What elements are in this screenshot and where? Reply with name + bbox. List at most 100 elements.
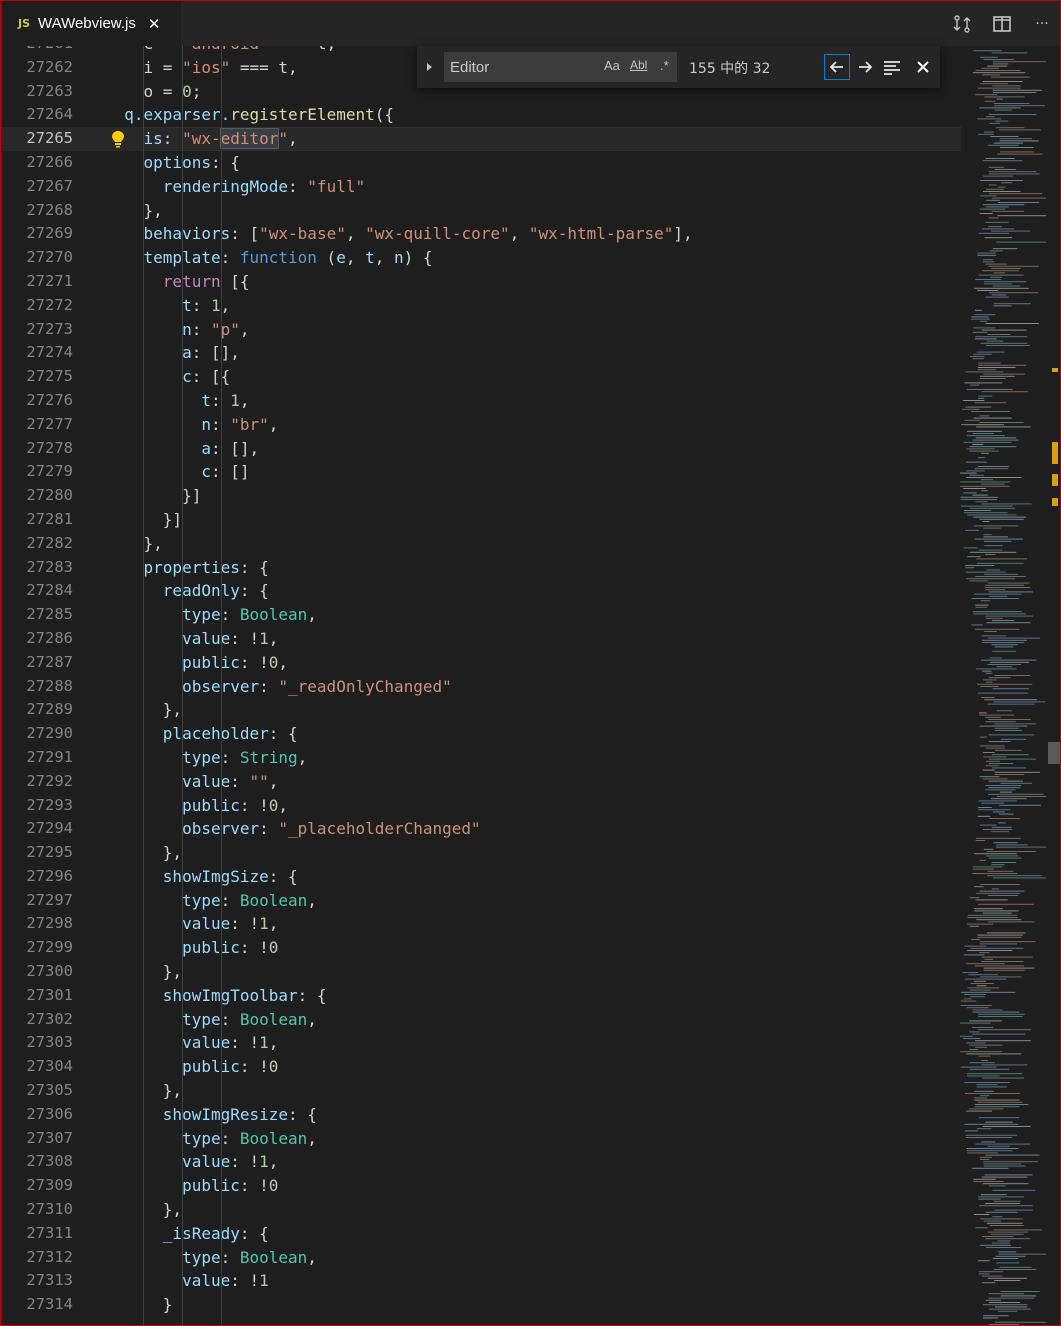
code-token: : ! — [230, 1271, 260, 1291]
minimap-line — [984, 96, 1025, 98]
line-number: 27272 — [26, 295, 73, 314]
minimap-line — [992, 85, 1021, 87]
code-line[interactable]: 27289 }, — [1, 698, 961, 722]
code-line[interactable]: 27267 renderingMode: "full" — [1, 175, 961, 199]
code-line[interactable]: 27280 }] — [1, 484, 961, 508]
code-line[interactable]: 27282 }, — [1, 532, 961, 556]
code-line[interactable]: 27299 public: !0 — [1, 936, 961, 960]
code-line[interactable]: 27301 showImgToolbar: { — [1, 984, 961, 1008]
code-line[interactable]: 27268 }, — [1, 199, 961, 223]
code-line[interactable]: 27310 }, — [1, 1198, 961, 1222]
code-line[interactable]: 27275 c: [{ — [1, 365, 961, 389]
code-line[interactable]: 27288 observer: "_readOnlyChanged" — [1, 675, 961, 699]
code-line[interactable]: 27286 value: !1, — [1, 627, 961, 651]
code-line[interactable]: 27294 observer: "_placeholderChanged" — [1, 817, 961, 841]
code-line[interactable]: 27270 template: function (e, t, n) { — [1, 246, 961, 270]
minimap-line — [979, 1156, 992, 1158]
code-line[interactable]: 27308 value: !1, — [1, 1150, 961, 1174]
indent-guide — [143, 46, 144, 1325]
code-line[interactable]: 27313 value: !1 — [1, 1269, 961, 1293]
find-input[interactable] — [444, 52, 600, 82]
next-match-button[interactable] — [853, 55, 877, 79]
line-number: 27313 — [26, 1271, 73, 1290]
code-line[interactable]: 27303 value: !1, — [1, 1031, 961, 1055]
minimap-line — [980, 976, 1022, 978]
minimap-line — [979, 213, 993, 214]
code-line[interactable]: 27265 is: "wx-editor", — [1, 127, 961, 151]
minimap-line — [988, 719, 1031, 720]
use-regex-toggle[interactable]: .* — [660, 58, 669, 76]
previous-match-button[interactable] — [824, 54, 850, 80]
code-line[interactable]: 27311 _isReady: { — [1, 1222, 961, 1246]
code-line[interactable]: 27300 }, — [1, 960, 961, 984]
code-token: , — [268, 914, 279, 934]
code-line[interactable]: 27281 }] — [1, 508, 961, 532]
code-line[interactable]: 27292 value: "", — [1, 770, 961, 794]
match-case-toggle[interactable]: Aa — [604, 58, 620, 76]
code-line[interactable]: 27305 }, — [1, 1079, 961, 1103]
code-line[interactable]: 27298 value: !1, — [1, 912, 961, 936]
code-line[interactable]: 27297 type: Boolean, — [1, 889, 961, 913]
compare-changes-icon[interactable] — [951, 13, 973, 35]
code-line[interactable]: 27274 a: [], — [1, 341, 961, 365]
code-line[interactable]: 27304 public: !0 — [1, 1055, 961, 1079]
code-line[interactable]: 27302 type: Boolean, — [1, 1008, 961, 1032]
code-token: Boolean — [239, 1247, 308, 1267]
line-number: 27265 — [26, 129, 73, 148]
minimap-line — [964, 1093, 1021, 1094]
code-line[interactable]: 27279 c: [] — [1, 460, 961, 484]
split-editor-icon[interactable] — [991, 13, 1013, 35]
code-line[interactable]: 27309 public: !0 — [1, 1174, 961, 1198]
scrollbar-thumb[interactable] — [1048, 742, 1060, 764]
tab-wawebview[interactable]: JS WAWebview.js ✕ — [1, 1, 181, 46]
code-token: t — [105, 295, 192, 315]
code-line[interactable]: 27295 }, — [1, 841, 961, 865]
minimap-line — [994, 1209, 1033, 1211]
code-line[interactable]: 27293 public: !0, — [1, 794, 961, 818]
code-token: a — [105, 343, 192, 363]
more-actions-icon[interactable]: ··· — [1031, 13, 1053, 35]
code-line[interactable]: 27285 type: Boolean, — [1, 603, 961, 627]
minimap-line — [982, 160, 1023, 162]
code-line[interactable]: 27296 showImgSize: { — [1, 865, 961, 889]
minimap-line — [989, 657, 1002, 659]
code-line[interactable]: 27276 t: 1, — [1, 389, 961, 413]
code-line[interactable]: 27306 showImgResize: { — [1, 1103, 961, 1127]
code-line[interactable]: 27314 } — [1, 1293, 961, 1317]
code-line[interactable]: 27269 behaviors: ["wx-base", "wx-quill-c… — [1, 222, 961, 246]
vertical-scrollbar[interactable] — [1048, 46, 1060, 1325]
code-line[interactable]: 27273 n: "p", — [1, 318, 961, 342]
minimap-line — [974, 908, 1003, 910]
find-in-selection-icon[interactable] — [880, 55, 904, 79]
minimap-line — [988, 114, 1037, 115]
minimap-preview — [960, 50, 1046, 1325]
line-number: 27304 — [26, 1057, 73, 1076]
code-line[interactable]: 27271 return [{ — [1, 270, 961, 294]
minimap-line — [988, 1277, 1027, 1279]
code-line[interactable]: 27284 readOnly: { — [1, 579, 961, 603]
code-line[interactable]: 27287 public: !0, — [1, 651, 961, 675]
minimap-line — [993, 1269, 1037, 1270]
minimap-line — [991, 197, 1046, 199]
minimap[interactable] — [956, 46, 1051, 1325]
code-line[interactable]: 27291 type: String, — [1, 746, 961, 770]
match-whole-word-toggle[interactable]: Abl — [630, 58, 647, 76]
toggle-replace-icon[interactable] — [423, 58, 437, 76]
code-line[interactable]: 27277 n: "br", — [1, 413, 961, 437]
code-line[interactable]: 27307 type: Boolean, — [1, 1127, 961, 1151]
minimap-line — [994, 771, 1040, 773]
code-editor[interactable]: 27261 C = "android" === t,27262 i = "ios… — [1, 46, 1060, 1325]
minimap-line — [966, 1007, 989, 1009]
code-line[interactable]: 27290 placeholder: { — [1, 722, 961, 746]
code-token: type — [105, 1009, 221, 1029]
code-line[interactable]: 27264 q.exparser.registerElement({ — [1, 103, 961, 127]
code-line[interactable]: 27272 t: 1, — [1, 294, 961, 318]
code-line[interactable]: 27283 properties: { — [1, 556, 961, 580]
code-line[interactable]: 27312 type: Boolean, — [1, 1246, 961, 1270]
close-tab-icon[interactable]: ✕ — [148, 15, 161, 33]
close-find-icon[interactable] — [911, 55, 935, 79]
code-line[interactable]: 27278 a: [], — [1, 437, 961, 461]
code-token: "br" — [230, 414, 269, 434]
minimap-line — [997, 153, 1043, 155]
code-line[interactable]: 27266 options: { — [1, 151, 961, 175]
